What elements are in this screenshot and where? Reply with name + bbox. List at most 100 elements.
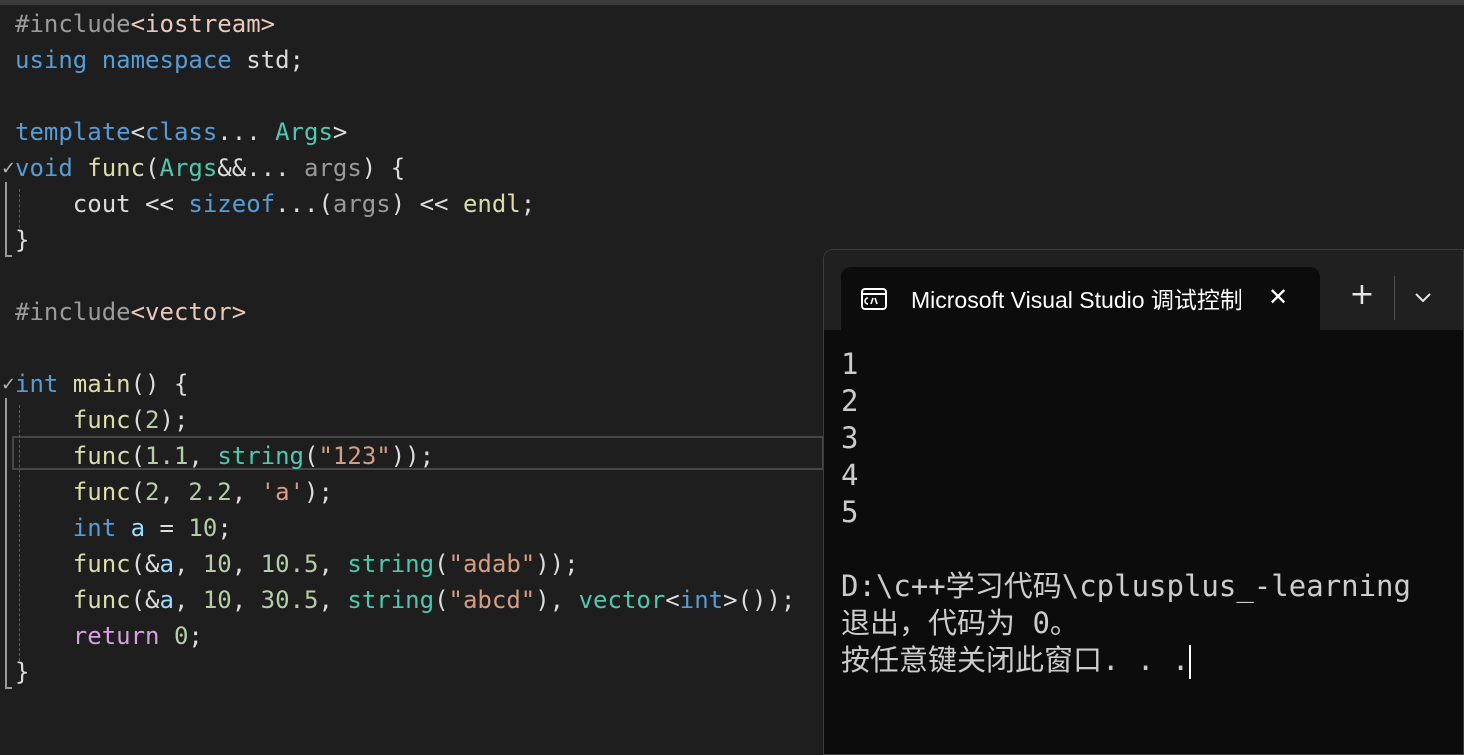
code-line-7[interactable]: }	[15, 222, 29, 258]
code-text: ());	[737, 586, 796, 614]
output-line: 4	[841, 458, 859, 492]
terminal-tab[interactable]: Microsoft Visual Studio 调试控制台 ✕	[841, 267, 1320, 330]
code-line-16[interactable]: func(&a, 10, 10.5, string("adab"));	[15, 546, 579, 582]
number-literal: 10	[188, 514, 218, 542]
code-text: ;	[520, 190, 536, 218]
code-text: ));	[390, 442, 435, 470]
close-tab-icon[interactable]: ✕	[1266, 285, 1290, 309]
output-line: 1	[841, 347, 859, 381]
debug-console-window[interactable]: Microsoft Visual Studio 调试控制台 ✕ + 1 2 3 …	[823, 249, 1464, 755]
tab-separator	[1394, 276, 1395, 320]
code-text: ,	[231, 550, 261, 578]
function-name: func	[72, 478, 131, 506]
parameter-name: args	[332, 190, 391, 218]
tab-title: Microsoft Visual Studio 调试控制台	[911, 287, 1241, 313]
code-line-4[interactable]: template<class... Args>	[15, 114, 347, 150]
code-line-5[interactable]: void func(Args&&... args) {	[15, 150, 405, 186]
output-line: 5	[841, 495, 859, 529]
code-text: <	[130, 118, 146, 146]
number-literal: 10	[202, 586, 232, 614]
function-name: func	[72, 154, 146, 182]
type-name: string	[347, 586, 435, 614]
keyword: using	[15, 46, 88, 74]
code-text: (	[434, 550, 449, 578]
code-text: (	[145, 154, 160, 182]
code-line-18[interactable]: return 0;	[15, 618, 203, 654]
code-text: &&	[217, 154, 247, 182]
code-line-6[interactable]: cout << sizeof...(args) << endl;	[15, 186, 535, 222]
output-line: 退出，代码为 0。	[841, 606, 1079, 640]
function-name: endl	[462, 190, 521, 218]
code-line-9[interactable]: #include<vector>	[15, 294, 246, 330]
variable-name: a	[130, 514, 146, 542]
keyword: int	[72, 514, 117, 542]
terminal-output[interactable]: 1 2 3 4 5 D:\c++学习代码\cplusplus_-learning…	[841, 346, 1463, 679]
output-line-prompt: 按任意键关闭此窗口. . .	[841, 642, 1463, 679]
code-line-13[interactable]: func(1.1, string("123"));	[15, 438, 434, 474]
code-text: ...	[217, 118, 276, 146]
function-name: func	[72, 550, 131, 578]
brace-range-marker	[5, 398, 12, 689]
operator: =	[145, 514, 189, 542]
char-literal: 'a'	[260, 478, 305, 506]
code-text: ,	[318, 550, 348, 578]
code-text: (	[130, 406, 146, 434]
code-text: ));	[535, 550, 579, 578]
code-line-15[interactable]: int a = 10;	[15, 510, 232, 546]
code-text: (	[130, 442, 146, 470]
keyword: void	[15, 154, 73, 182]
code-text: ...	[275, 190, 319, 218]
number-literal: 10	[202, 550, 232, 578]
type-name: string	[347, 550, 435, 578]
code-text: ...	[246, 154, 304, 182]
number-literal: 10.5	[260, 550, 319, 578]
identifier: cout	[72, 190, 131, 218]
string-literal: "adab"	[448, 550, 536, 578]
closing-brace: }	[15, 658, 30, 686]
code-text: ),	[535, 586, 579, 614]
code-line-11[interactable]: int main() {	[15, 366, 188, 402]
output-line: 2	[841, 384, 859, 418]
fold-collapse-icon[interactable]: ✓	[1, 158, 16, 179]
new-tab-button[interactable]: +	[1347, 280, 1377, 310]
function-name: func	[72, 406, 131, 434]
code-text: ,	[231, 586, 261, 614]
code-line-1[interactable]: #include<iostream>	[15, 6, 275, 42]
code-line-2[interactable]: using namespace std;	[15, 42, 304, 78]
code-text: ,	[159, 478, 189, 506]
code-line-17[interactable]: func(&a, 10, 30.5, string("abcd"), vecto…	[15, 582, 796, 618]
code-text: );	[304, 478, 333, 506]
fold-collapse-icon[interactable]: ✓	[1, 374, 16, 395]
closing-brace: }	[15, 226, 30, 254]
string-literal: "abcd"	[448, 586, 536, 614]
keyword: int	[15, 370, 59, 398]
code-text: ) {	[361, 154, 406, 182]
keyword: return	[72, 622, 160, 650]
code-text: std;	[231, 46, 304, 74]
code-text: ,	[231, 478, 261, 506]
chevron-down-icon[interactable]	[1408, 282, 1438, 312]
code-text: );	[159, 406, 189, 434]
code-text: ,	[188, 442, 218, 470]
function-name: func	[72, 586, 131, 614]
string-literal: "123"	[318, 442, 391, 470]
code-line-14[interactable]: func(2, 2.2, 'a');	[15, 474, 333, 510]
number-literal: 2.2	[188, 478, 232, 506]
code-line-19[interactable]: }	[15, 654, 29, 690]
include-header: <iostream>	[130, 10, 276, 38]
number-literal: 1.1	[145, 442, 189, 470]
preprocessor-directive: #include	[15, 298, 131, 326]
function-name: func	[72, 442, 131, 470]
include-header: <vector>	[130, 298, 247, 326]
keyword: namespace	[101, 46, 232, 74]
code-line-12[interactable]: func(2);	[15, 402, 189, 438]
